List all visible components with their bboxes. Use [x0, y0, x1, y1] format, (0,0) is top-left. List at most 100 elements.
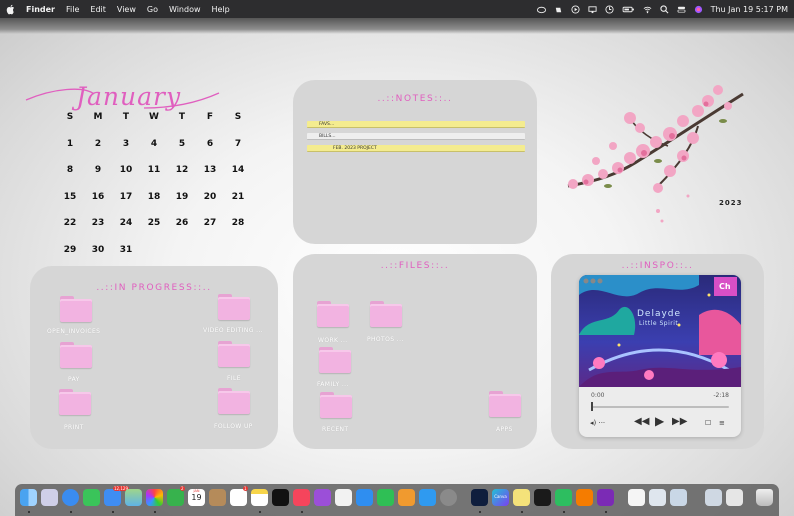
calendar-day: 23	[91, 218, 105, 228]
photos-icon[interactable]	[146, 489, 163, 506]
folder-label[interactable]: OPEN_INVOICES	[47, 328, 100, 335]
menu-go[interactable]: Go	[147, 5, 158, 14]
news-icon[interactable]	[335, 489, 352, 506]
evernote-status-icon[interactable]	[554, 5, 563, 14]
safari-icon[interactable]	[62, 489, 79, 506]
pages-icon[interactable]	[398, 489, 415, 506]
play-icon[interactable]: ▶	[655, 414, 664, 428]
folder-label[interactable]: PRINT	[64, 424, 84, 431]
creative-cloud-icon[interactable]	[536, 5, 546, 14]
folder-label[interactable]: RECENT	[322, 426, 349, 433]
menu-edit[interactable]: Edit	[90, 5, 106, 14]
messages-icon[interactable]	[83, 489, 100, 506]
calendar-icon-day: 19	[191, 493, 202, 502]
menubar-clock[interactable]: Thu Jan 19 5:17 PM	[711, 5, 788, 14]
mail-icon[interactable]	[104, 489, 121, 506]
folder-label[interactable]: PHOTOS ...	[367, 336, 404, 343]
folder-icon[interactable]	[320, 392, 352, 418]
clock-icon[interactable]	[605, 4, 614, 14]
folder-icon[interactable]	[60, 342, 92, 368]
menu-finder[interactable]: Finder	[26, 5, 55, 14]
stickies-icon[interactable]	[513, 489, 530, 506]
calendar-day: 10	[119, 165, 133, 175]
folder-label[interactable]: WORK ...	[318, 337, 348, 344]
calendar-day: 7	[234, 138, 242, 149]
contacts-icon[interactable]	[209, 489, 226, 506]
running-indicator	[259, 511, 261, 513]
trash-icon[interactable]	[756, 489, 773, 506]
wifi-icon[interactable]	[643, 5, 652, 14]
document-icon[interactable]	[628, 489, 645, 506]
siri-icon[interactable]	[694, 5, 703, 14]
running-indicator	[28, 511, 30, 513]
running-indicator	[563, 511, 565, 513]
launchpad-icon[interactable]	[41, 489, 58, 506]
folder-icon[interactable]	[319, 347, 351, 373]
menu-file[interactable]: File	[66, 5, 79, 14]
onenote-icon[interactable]	[597, 489, 614, 506]
apple-tv-icon[interactable]	[272, 489, 289, 506]
preview-icon[interactable]	[649, 489, 666, 506]
menu-help[interactable]: Help	[212, 5, 230, 14]
numbers-icon[interactable]	[377, 489, 394, 506]
folder-label[interactable]: PAY	[68, 376, 80, 383]
folder-icon[interactable]	[218, 388, 250, 414]
folder-label[interactable]: FILE	[227, 375, 241, 382]
playback-progress-bar[interactable]	[591, 406, 729, 408]
menu-window[interactable]: Window	[169, 5, 201, 14]
playback-scrubber[interactable]	[591, 402, 593, 411]
weekday-thu: T	[178, 112, 186, 122]
photoshop-icon[interactable]	[471, 489, 488, 506]
folder-label[interactable]: FOLLOW UP	[214, 423, 253, 430]
rewind-icon[interactable]: ◀◀	[634, 416, 649, 427]
calendar-day: 17	[119, 191, 133, 202]
music-icon[interactable]	[293, 489, 310, 506]
facetime-badge: 2	[180, 486, 185, 491]
books-icon[interactable]	[576, 489, 593, 506]
folder-label[interactable]: VIDEO EDITING ...	[203, 327, 263, 334]
note-item[interactable]: BILLS...	[307, 133, 525, 140]
folder-icon[interactable]	[218, 294, 250, 320]
podcasts-icon[interactable]	[314, 489, 331, 506]
menu-view[interactable]: View	[117, 5, 136, 14]
display-icon[interactable]	[588, 5, 597, 14]
evernote-icon[interactable]	[555, 489, 572, 506]
play-status-icon[interactable]	[571, 4, 580, 14]
keynote-icon[interactable]	[356, 489, 373, 506]
folder-icon[interactable]	[489, 391, 521, 417]
battery-icon[interactable]	[622, 5, 635, 14]
airplay-volume-icon[interactable]: ◂) ···	[590, 419, 605, 427]
system-preferences-icon[interactable]	[440, 489, 457, 506]
photos-stack-icon[interactable]	[670, 489, 687, 506]
canva-icon[interactable]: Canva	[492, 489, 509, 506]
maps-icon[interactable]	[125, 489, 142, 506]
app-store-icon[interactable]	[419, 489, 436, 506]
apple-menu-icon[interactable]	[6, 4, 16, 15]
dock: 12,129 2 JAN 19 1 Canva	[15, 484, 779, 516]
reminders-icon[interactable]	[230, 489, 247, 506]
finder-icon[interactable]	[20, 489, 37, 506]
note-item[interactable]: FEB. 2023 PROJECT	[307, 145, 525, 152]
folder-icon[interactable]	[60, 296, 92, 322]
folder-icon[interactable]	[370, 301, 402, 327]
calendar-icon[interactable]: JAN 19	[188, 489, 205, 506]
album-line-1: Delayde	[637, 309, 682, 319]
facetime-icon[interactable]	[167, 489, 184, 506]
queue-icon[interactable]: ≡	[719, 419, 725, 427]
folder-icon[interactable]	[59, 389, 91, 415]
lyrics-icon[interactable]: ☐	[705, 419, 711, 427]
calendar-day: 21	[231, 191, 245, 202]
folder-icon[interactable]	[218, 341, 250, 367]
folder-label[interactable]: APPS	[496, 426, 513, 433]
search-icon[interactable]	[659, 4, 669, 14]
terminal-icon[interactable]	[534, 489, 551, 506]
folder-icon[interactable]	[317, 301, 349, 327]
downloads-icon[interactable]	[726, 489, 743, 506]
screenshots-icon[interactable]	[705, 489, 722, 506]
note-item[interactable]: FAVS...	[307, 121, 525, 128]
fast-forward-icon[interactable]: ▶▶	[672, 416, 687, 427]
notes-icon[interactable]	[251, 489, 268, 506]
folder-label[interactable]: FAMILY ...	[317, 381, 349, 388]
inspo-title: ..::INSPO::..	[621, 261, 694, 271]
control-center-icon[interactable]	[677, 5, 686, 14]
